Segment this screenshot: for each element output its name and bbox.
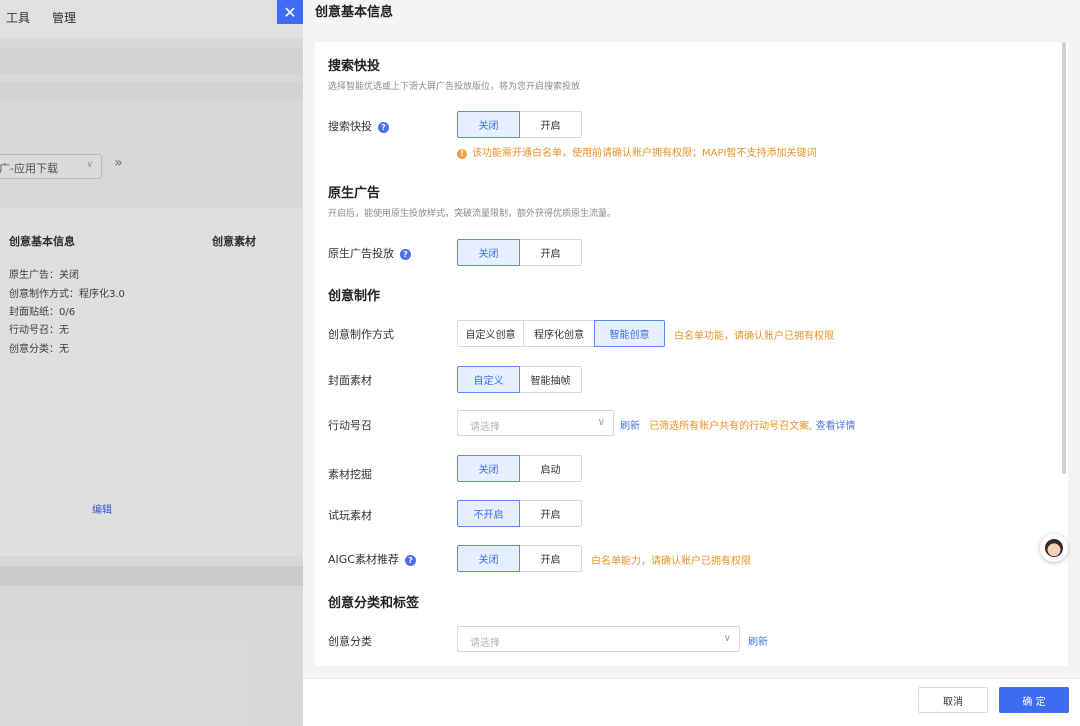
method-custom-option[interactable]: 自定义创意 xyxy=(457,320,524,347)
creative-info-drawer: 创意基本信息 搜索快投 选择智能优选或上下滑大屏广告投放版位，将为您开启搜索投放… xyxy=(303,0,1080,726)
aigc-toggle: 关闭 开启 xyxy=(457,545,582,572)
mining-toggle: 关闭 启动 xyxy=(457,455,582,482)
field-label-category: 创意分类 xyxy=(328,635,372,648)
field-label-search: 搜索快投? xyxy=(328,118,389,134)
select-placeholder: 请选择 xyxy=(470,422,500,433)
label-text: AIGC素材推荐 xyxy=(328,553,399,566)
cover-toggle: 自定义 智能抽帧 xyxy=(457,366,582,393)
search-warning: ! 该功能需开通白名单，使用前请确认账户拥有权限；MAPI暂不支持添加关键词 xyxy=(457,144,816,159)
cover-custom-option[interactable]: 自定义 xyxy=(457,366,520,393)
field-label-trial: 试玩素材 xyxy=(328,509,372,522)
field-label-cover: 封面素材 xyxy=(328,374,372,387)
section-title-native: 原生广告 xyxy=(328,186,381,201)
field-label-cta: 行动号召 xyxy=(328,419,372,432)
chevron-down-icon: ∨ xyxy=(597,417,605,428)
scrollbar-thumb[interactable] xyxy=(1062,42,1066,474)
method-note: 白名单功能，请确认账户已拥有权限 xyxy=(674,331,834,342)
section-desc-native: 开启后，能使用原生投放样式，突破流量限制，额外获得优质原生流量。 xyxy=(328,209,617,219)
field-label-method: 创意制作方式 xyxy=(328,328,394,341)
mining-off-option[interactable]: 关闭 xyxy=(457,455,520,482)
cover-smart-frame-option[interactable]: 智能抽帧 xyxy=(519,366,582,393)
label-text: 原生广告投放 xyxy=(328,247,394,260)
native-on-option[interactable]: 开启 xyxy=(519,239,582,266)
close-icon: ✕ xyxy=(283,2,297,22)
field-label-aigc: AIGC素材推荐? xyxy=(328,551,416,567)
category-refresh-wrap: 刷新 xyxy=(748,633,768,648)
cta-notes: 刷新 已筛选所有账户共有的行动号召文案, 查看详情 xyxy=(620,417,856,432)
aigc-note: 白名单能力，请确认账户已拥有权限 xyxy=(591,556,751,567)
help-icon[interactable]: ? xyxy=(378,122,389,133)
help-icon[interactable]: ? xyxy=(404,555,416,566)
method-programmatic-option[interactable]: 程序化创意 xyxy=(523,320,595,347)
category-select[interactable]: 请选择 ∨ xyxy=(457,626,740,652)
cta-note-text: 已筛选所有账户共有的行动号召文案, xyxy=(649,421,813,432)
trial-on-option[interactable]: 开启 xyxy=(519,500,582,527)
aigc-on-option[interactable]: 开启 xyxy=(519,545,582,572)
cta-refresh-link[interactable]: 刷新 xyxy=(620,421,640,432)
help-icon[interactable]: ? xyxy=(400,249,411,260)
form-panel: 搜索快投 选择智能优选或上下滑大屏广告投放版位，将为您开启搜索投放 搜索快投? … xyxy=(315,42,1068,666)
cta-select[interactable]: 请选择 ∨ xyxy=(457,410,614,436)
avatar-icon xyxy=(1045,539,1063,557)
section-title-creative: 创意制作 xyxy=(328,289,381,304)
trial-off-option[interactable]: 不开启 xyxy=(457,500,520,527)
drawer-title: 创意基本信息 xyxy=(315,5,394,20)
section-title-search: 搜索快投 xyxy=(328,59,381,74)
search-on-option[interactable]: 开启 xyxy=(519,111,582,138)
section-title-category: 创意分类和标签 xyxy=(328,596,420,611)
modal-overlay[interactable] xyxy=(0,0,303,726)
assistant-avatar[interactable] xyxy=(1040,534,1068,562)
field-label-native: 原生广告投放? xyxy=(328,245,411,261)
close-drawer-button[interactable]: ✕ xyxy=(277,0,303,24)
select-placeholder: 请选择 xyxy=(470,638,500,649)
label-text: 搜索快投 xyxy=(328,120,372,133)
section-desc-search: 选择智能优选或上下滑大屏广告投放版位，将为您开启搜索投放 xyxy=(328,82,581,92)
native-toggle: 关闭 开启 xyxy=(457,239,582,266)
search-toggle: 关闭 开启 xyxy=(457,111,582,138)
native-off-option[interactable]: 关闭 xyxy=(457,239,520,266)
cta-detail-link[interactable]: 查看详情 xyxy=(816,421,856,432)
confirm-button[interactable]: 确 定 xyxy=(999,687,1069,713)
mining-start-option[interactable]: 启动 xyxy=(519,455,582,482)
trial-toggle: 不开启 开启 xyxy=(457,500,582,527)
background-page: 工具 管理 广-应用下载 ∨ » 创意基本信息 创意素材 原生广告：关闭 创意制… xyxy=(0,0,303,726)
warning-icon: ! xyxy=(457,149,467,159)
chevron-down-icon: ∨ xyxy=(723,633,731,644)
cancel-button[interactable]: 取消 xyxy=(918,687,988,713)
category-refresh-link[interactable]: 刷新 xyxy=(748,637,768,648)
search-off-option[interactable]: 关闭 xyxy=(457,111,520,138)
method-smart-option[interactable]: 智能创意 xyxy=(594,320,665,347)
method-toggle: 自定义创意 程序化创意 智能创意 xyxy=(457,320,665,347)
warning-text: 该功能需开通白名单，使用前请确认账户拥有权限；MAPI暂不支持添加关键词 xyxy=(472,148,817,159)
field-label-mining: 素材挖掘 xyxy=(328,468,372,481)
aigc-off-option[interactable]: 关闭 xyxy=(457,545,520,572)
